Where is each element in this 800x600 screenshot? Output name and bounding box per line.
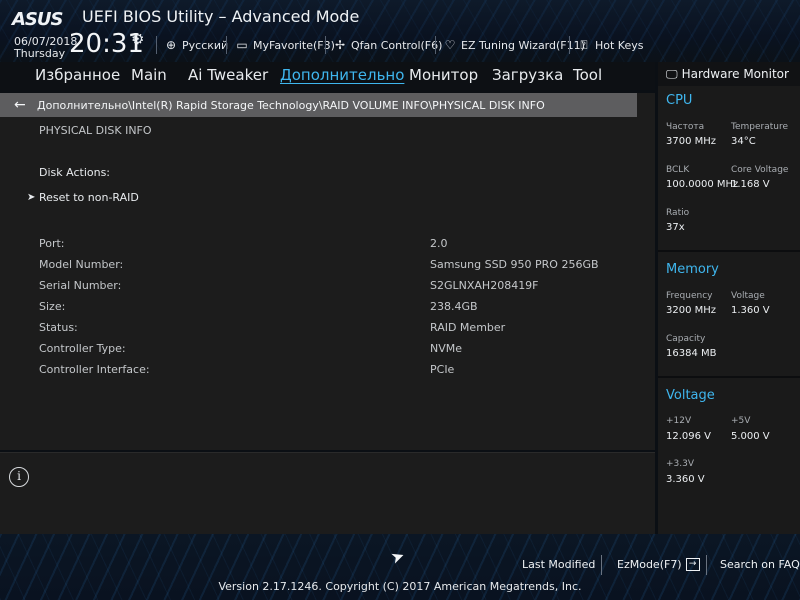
tab-boot[interactable]: Загрузка <box>492 66 563 84</box>
tab-bar: Избранное Main Ai Tweaker Дополнительно … <box>0 62 655 90</box>
v12-label: +12V <box>666 416 692 426</box>
help-panel <box>0 452 655 534</box>
tab-advanced[interactable]: Дополнительно <box>280 66 404 84</box>
section-divider <box>658 250 800 252</box>
v33-label: +3.3V <box>666 459 695 469</box>
ratio-value: 37x <box>666 222 685 233</box>
version-text: Version 2.17.1246. Copyright (C) 2017 Am… <box>218 580 582 593</box>
v12-value: 12.096 V <box>666 431 712 442</box>
language-label: Русский <box>182 38 229 52</box>
ezmode-button[interactable]: EzMode(F7) → <box>617 558 700 571</box>
core-voltage-value: 1.168 V <box>731 179 770 190</box>
toolbar-divider <box>156 36 157 54</box>
cpu-temperature-value: 34°C <box>731 136 756 147</box>
myfavorite-label: MyFavorite(F3) <box>253 38 335 52</box>
info-icon: i <box>9 467 29 487</box>
core-voltage-label: Core Voltage <box>731 165 789 175</box>
ez-tuning-button[interactable]: ♡ EZ Tuning Wizard(F11) <box>443 37 585 53</box>
field-value: RAID Member <box>430 321 506 334</box>
qfan-button[interactable]: ✢ Qfan Control(F6) <box>333 37 442 53</box>
ezmode-label: EzMode(F7) <box>617 558 682 571</box>
v5-value: 5.000 V <box>731 431 770 442</box>
search-faq-button[interactable]: Search on FAQ <box>720 558 800 571</box>
disk-actions-label: Disk Actions: <box>39 166 111 179</box>
globe-icon: ⊕ <box>165 38 177 52</box>
memory-voltage-label: Voltage <box>731 291 765 301</box>
exit-icon: → <box>685 558 700 571</box>
tab-favorites[interactable]: Избранное <box>35 66 120 84</box>
ratio-label: Ratio <box>666 208 690 218</box>
fan-icon: ✢ <box>334 38 346 52</box>
breadcrumb-path: Дополнительно\Intel(R) Rapid Storage Tec… <box>37 98 545 112</box>
field-value: PCIe <box>430 363 455 376</box>
voltage-section-title: Voltage <box>666 388 715 403</box>
section-divider <box>658 376 800 378</box>
hardware-monitor-title: Hardware Monitor <box>681 67 789 81</box>
toolbar-divider <box>569 36 570 54</box>
memory-frequency-label: Frequency <box>666 291 713 301</box>
toolbar-divider <box>226 36 227 54</box>
field-value: S2GLNXAH208419F <box>430 279 539 292</box>
field-value: 238.4GB <box>430 300 478 313</box>
tab-monitor[interactable]: Монитор <box>409 66 478 84</box>
bclk-label: BCLK <box>666 165 690 175</box>
search-faq-label: Search on FAQ <box>720 558 800 571</box>
bclk-value: 100.0000 MHz <box>666 179 739 190</box>
tab-main[interactable]: Main <box>131 66 167 84</box>
toolbar-divider <box>325 36 326 54</box>
capacity-value: 16384 MB <box>666 348 717 359</box>
favorite-icon: ▭ <box>236 38 248 52</box>
field-value: 2.0 <box>430 237 448 250</box>
section-title: PHYSICAL DISK INFO <box>39 124 152 137</box>
myfavorite-button[interactable]: ▭ MyFavorite(F3) <box>235 37 335 53</box>
memory-section-title: Memory <box>666 262 719 277</box>
qfan-label: Qfan Control(F6) <box>351 38 443 52</box>
cpu-frequency-value: 3700 MHz <box>666 136 717 147</box>
v33-value: 3.360 V <box>666 474 705 485</box>
cpu-temperature-label: Temperature <box>731 122 789 132</box>
ez-tuning-label: EZ Tuning Wizard(F11) <box>461 38 585 52</box>
reset-to-non-raid-item[interactable]: Reset to non-RAID <box>39 191 139 204</box>
gear-icon[interactable]: ⚙ <box>131 30 144 48</box>
app-title: UEFI BIOS Utility – Advanced Mode <box>82 7 360 26</box>
scrollbar-track[interactable] <box>637 93 655 450</box>
monitor-icon: 🖵 <box>666 66 678 81</box>
wizard-icon: ♡ <box>444 38 456 52</box>
asus-logo: ASUS <box>12 9 63 30</box>
tab-ai-tweaker[interactable]: Ai Tweaker <box>188 66 268 84</box>
day-text: Thursday <box>14 47 66 60</box>
field-label: Port: <box>39 237 65 250</box>
hardware-monitor-header: 🖵 Hardware Monitor <box>658 62 800 86</box>
hotkeys-button[interactable]: ⍰ Hot Keys <box>577 37 644 53</box>
footer-divider <box>706 555 707 575</box>
v5-label: +5V <box>731 416 751 426</box>
field-value: NVMe <box>430 342 463 355</box>
submenu-arrow-icon: ➤ <box>27 192 36 203</box>
field-value: Samsung SSD 950 PRO 256GB <box>430 258 599 271</box>
hotkeys-label: Hot Keys <box>595 38 644 52</box>
field-label: Controller Interface: <box>39 363 150 376</box>
memory-frequency-value: 3200 MHz <box>666 305 717 316</box>
toolbar-divider <box>435 36 436 54</box>
back-arrow-icon[interactable]: ← <box>14 97 34 113</box>
capacity-label: Capacity <box>666 334 706 344</box>
footer-divider <box>601 555 602 575</box>
field-label: Controller Type: <box>39 342 126 355</box>
field-label: Serial Number: <box>39 279 122 292</box>
language-button[interactable]: ⊕ Русский <box>164 37 228 53</box>
date-display: 06/07/2018 Thursday <box>14 36 77 60</box>
cpu-frequency-label: Частота <box>666 122 705 132</box>
help-icon: ⍰ <box>580 37 588 52</box>
field-label: Status: <box>39 321 78 334</box>
cpu-section-title: CPU <box>666 93 693 108</box>
breadcrumb: ← Дополнительно\Intel(R) Rapid Storage T… <box>0 93 637 117</box>
field-label: Model Number: <box>39 258 124 271</box>
memory-voltage-value: 1.360 V <box>731 305 770 316</box>
last-modified-label: Last Modified <box>522 558 596 571</box>
last-modified-button[interactable]: Last Modified <box>522 558 595 571</box>
field-label: Size: <box>39 300 66 313</box>
tab-tool[interactable]: Tool <box>573 66 602 84</box>
